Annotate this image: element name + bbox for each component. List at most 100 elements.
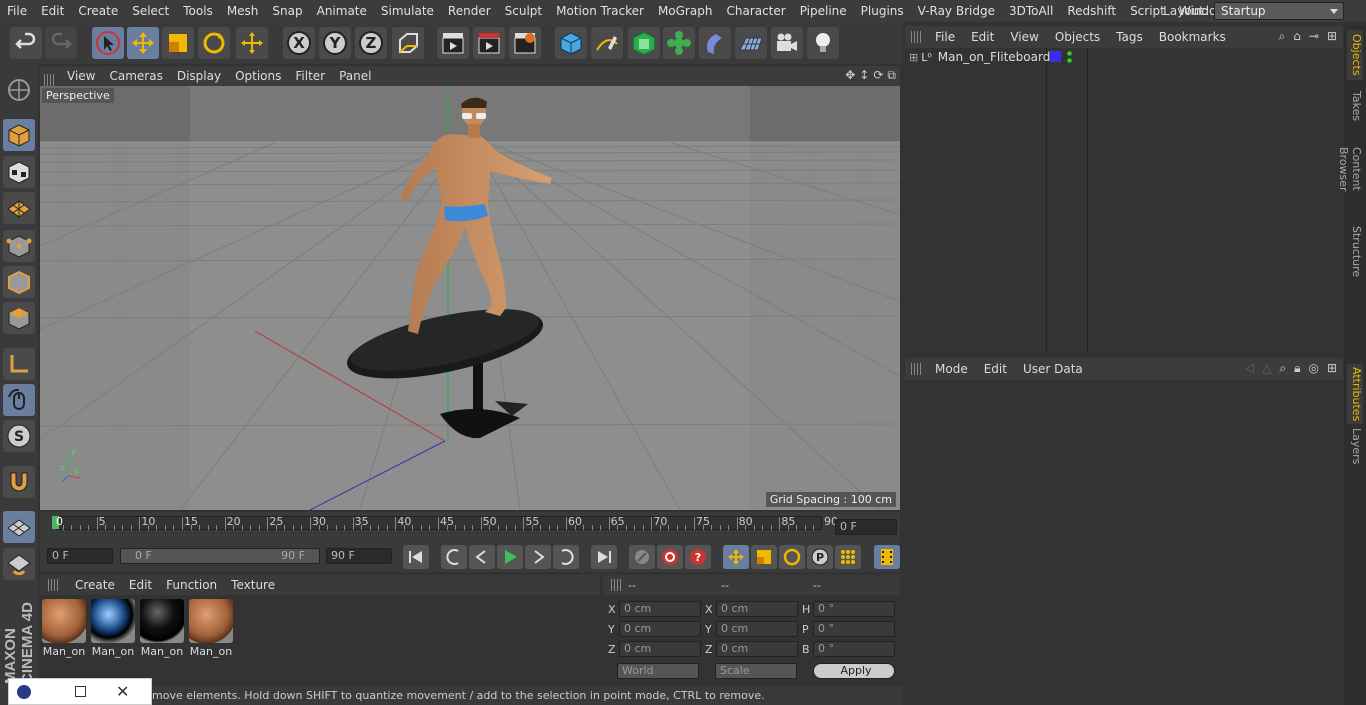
apply-button[interactable]: Apply bbox=[813, 663, 895, 679]
viewport-menu-options[interactable]: Options bbox=[228, 69, 288, 83]
coord-value-field[interactable]: 0 ° bbox=[813, 601, 895, 617]
expand-icon[interactable]: ⊞ bbox=[909, 51, 918, 64]
undo-button[interactable] bbox=[10, 27, 42, 59]
menu-3dtoall[interactable]: 3DToAll bbox=[1002, 0, 1060, 22]
dolly-icon[interactable]: ↕ bbox=[859, 68, 869, 83]
menu-sculpt[interactable]: Sculpt bbox=[498, 0, 549, 22]
key-position-button[interactable] bbox=[723, 545, 749, 569]
coordinate-system-dropdown[interactable]: World bbox=[617, 663, 699, 679]
perspective-viewport[interactable]: y z x Perspective Grid Spacing : 100 cm bbox=[40, 86, 900, 510]
scale-tool-button[interactable] bbox=[162, 27, 194, 59]
transform-tool-button[interactable] bbox=[236, 27, 268, 59]
x-axis-button[interactable]: X bbox=[283, 27, 315, 59]
layout-dropdown[interactable]: Startup bbox=[1214, 2, 1344, 20]
viewport-menu-filter[interactable]: Filter bbox=[288, 69, 332, 83]
attribute-menu-mode[interactable]: Mode bbox=[927, 362, 976, 376]
preview-range-slider[interactable]: 0 F 90 F bbox=[120, 548, 320, 564]
close-window-button[interactable]: ✕ bbox=[116, 682, 129, 701]
coord-value-field[interactable]: 0 cm bbox=[619, 621, 701, 637]
home-icon[interactable]: ⌂ bbox=[1293, 29, 1301, 44]
object-row[interactable]: ⊞ L⁰ Man_on_Fliteboard bbox=[905, 48, 1343, 66]
live-selection-button[interactable] bbox=[92, 27, 124, 59]
material-menu-edit[interactable]: Edit bbox=[122, 578, 159, 592]
lock-icon[interactable]: 🔒︎ bbox=[1294, 361, 1300, 376]
polygons-mode-button[interactable] bbox=[3, 302, 35, 334]
back-arrow-icon[interactable]: ◁ bbox=[1245, 361, 1254, 376]
previous-frame-button[interactable] bbox=[469, 545, 495, 569]
next-frame-button[interactable] bbox=[525, 545, 551, 569]
camera-button[interactable] bbox=[771, 27, 803, 59]
object-menu-objects[interactable]: Objects bbox=[1047, 30, 1108, 44]
play-button[interactable] bbox=[497, 545, 523, 569]
material-menu-function[interactable]: Function bbox=[159, 578, 224, 592]
menu-tools[interactable]: Tools bbox=[176, 0, 220, 22]
edges-mode-button[interactable] bbox=[3, 266, 35, 298]
side-tab-objects[interactable]: Objects bbox=[1347, 30, 1363, 80]
visibility-dots-icon[interactable] bbox=[1067, 50, 1072, 64]
subdivision-surface-button[interactable] bbox=[628, 27, 660, 59]
autokeying-button[interactable] bbox=[657, 545, 683, 569]
menu-snap[interactable]: Snap bbox=[265, 0, 309, 22]
menu-pipeline[interactable]: Pipeline bbox=[793, 0, 854, 22]
object-menu-view[interactable]: View bbox=[1002, 30, 1046, 44]
side-tab-attributes[interactable]: Attributes bbox=[1347, 364, 1363, 424]
move-tool-button[interactable] bbox=[127, 27, 159, 59]
coord-value-field[interactable]: 0 cm bbox=[619, 601, 701, 617]
timeline-ruler[interactable]: 0 5 10 15 20 25 30 35 40 45 50 55 60 65 70 75 80 85 90 0 F bbox=[40, 512, 900, 542]
material-swatch[interactable]: Man_on bbox=[91, 599, 135, 661]
object-menu-bookmarks[interactable]: Bookmarks bbox=[1151, 30, 1234, 44]
coord-value-field[interactable]: 0 cm bbox=[716, 621, 798, 637]
search-icon[interactable]: ⌕ bbox=[1279, 361, 1286, 376]
redo-button[interactable] bbox=[45, 27, 77, 59]
start-frame-field[interactable]: 0 F bbox=[47, 548, 113, 564]
y-axis-button[interactable]: Y bbox=[319, 27, 351, 59]
go-to-end-button[interactable] bbox=[591, 545, 617, 569]
coord-value-field[interactable]: 0 cm bbox=[716, 641, 798, 657]
coord-value-field[interactable]: 0 cm bbox=[619, 641, 701, 657]
next-key-button[interactable] bbox=[553, 545, 579, 569]
menu-character[interactable]: Character bbox=[719, 0, 792, 22]
go-to-start-button[interactable] bbox=[403, 545, 429, 569]
side-tab-layers[interactable]: Layers bbox=[1347, 426, 1363, 466]
material-swatch[interactable]: Man_on bbox=[189, 599, 233, 661]
previous-key-button[interactable] bbox=[441, 545, 467, 569]
side-tab-takes[interactable]: Takes bbox=[1347, 86, 1363, 126]
orbit-icon[interactable]: ⟳ bbox=[873, 68, 883, 83]
back-icon[interactable]: ⊸ bbox=[1309, 29, 1319, 44]
floor-button[interactable] bbox=[735, 27, 767, 59]
viewport-menu-display[interactable]: Display bbox=[170, 69, 228, 83]
maximize-icon[interactable]: ⧉ bbox=[887, 68, 896, 83]
workplane-snap-button[interactable] bbox=[3, 548, 35, 580]
menu-plugins[interactable]: Plugins bbox=[854, 0, 911, 22]
viewport-nav-icons[interactable]: ✥ ↕ ⟳ ⧉ bbox=[845, 68, 896, 83]
menu-redshift[interactable]: Redshift bbox=[1060, 0, 1123, 22]
viewport-menu-panel[interactable]: Panel bbox=[332, 69, 378, 83]
target-icon[interactable]: ◎ bbox=[1308, 361, 1318, 376]
make-editable-button[interactable] bbox=[3, 74, 35, 106]
keyframe-selection-button[interactable]: ? bbox=[685, 545, 711, 569]
model-mode-button[interactable] bbox=[3, 119, 35, 151]
menu-v-ray-bridge[interactable]: V-Ray Bridge bbox=[911, 0, 1002, 22]
solo-mode-button[interactable]: S bbox=[3, 420, 35, 452]
menu-select[interactable]: Select bbox=[125, 0, 176, 22]
timeline-window-button[interactable] bbox=[874, 545, 900, 569]
maximize-window-button[interactable] bbox=[75, 686, 86, 697]
new-panel-icon[interactable]: ⊞ bbox=[1327, 29, 1337, 44]
menu-render[interactable]: Render bbox=[441, 0, 498, 22]
render-to-picture-viewer-button[interactable] bbox=[473, 27, 505, 59]
attribute-menu-user-data[interactable]: User Data bbox=[1015, 362, 1091, 376]
tweak-mode-button[interactable] bbox=[3, 384, 35, 416]
object-menu-file[interactable]: File bbox=[927, 30, 963, 44]
snap-button[interactable] bbox=[3, 466, 35, 498]
attribute-menu-edit[interactable]: Edit bbox=[976, 362, 1015, 376]
points-mode-button[interactable] bbox=[3, 230, 35, 262]
scale-mode-dropdown[interactable]: Scale bbox=[715, 663, 797, 679]
cube-object-button[interactable] bbox=[555, 27, 587, 59]
menu-create[interactable]: Create bbox=[71, 0, 125, 22]
render-settings-button[interactable] bbox=[509, 27, 541, 59]
material-swatch[interactable]: Man_on bbox=[42, 599, 86, 661]
layout-selector[interactable]: Layout: Startup bbox=[1163, 2, 1344, 20]
enable-snap-button[interactable] bbox=[3, 511, 35, 543]
coord-value-field[interactable]: 0 cm bbox=[716, 601, 798, 617]
viewport-menu-view[interactable]: View bbox=[60, 69, 102, 83]
